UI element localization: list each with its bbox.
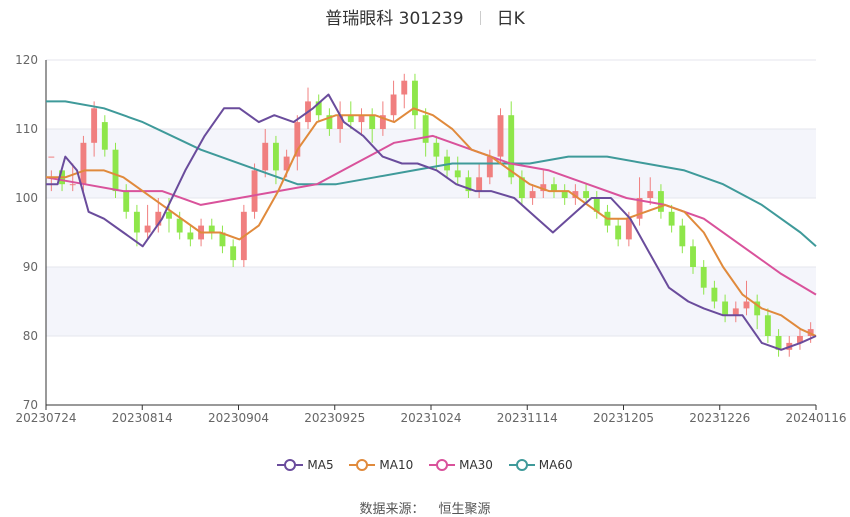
- candle-body: [176, 218, 183, 233]
- candle-body: [80, 142, 87, 185]
- legend-label-ma30: MA30: [459, 458, 493, 472]
- x-tick-label: 20230925: [304, 411, 365, 425]
- candle-body: [615, 225, 622, 240]
- x-tick-label: 20231024: [400, 411, 461, 425]
- candle-body: [208, 225, 215, 233]
- candle-body: [112, 149, 119, 192]
- y-tick-label: 120: [15, 53, 38, 67]
- candle-body: [48, 156, 55, 158]
- candle-body: [144, 225, 151, 233]
- candle-body: [679, 225, 686, 247]
- data-source: 数据来源： 恒生聚源: [0, 498, 850, 517]
- x-tick-label: 20240116: [785, 411, 846, 425]
- candle-body: [508, 115, 515, 178]
- legend-item-ma10[interactable]: MA10: [349, 458, 413, 472]
- candle-body: [251, 170, 258, 212]
- candle-body: [561, 191, 568, 198]
- legend-label-ma10: MA10: [379, 458, 414, 472]
- source-value: 恒生聚源: [438, 502, 491, 517]
- legend: MA5 MA10 MA30 MA60: [0, 458, 850, 472]
- candle-body: [647, 191, 654, 198]
- grid-band: [46, 129, 816, 198]
- x-tick-label: 20230904: [208, 411, 269, 425]
- legend-item-ma60[interactable]: MA60: [508, 458, 573, 472]
- source-label: 数据来源：: [359, 502, 425, 517]
- candle-body: [272, 142, 279, 171]
- candle-body: [668, 211, 675, 226]
- grid-band: [46, 267, 816, 336]
- candle-body: [91, 108, 98, 143]
- candle-body: [166, 211, 172, 219]
- y-tick-label: 70: [23, 398, 38, 412]
- y-tick-label: 80: [23, 329, 38, 343]
- x-tick-label: 20230724: [15, 411, 76, 425]
- legend-marker-ma60: [508, 459, 535, 471]
- candle-body: [711, 287, 718, 302]
- legend-label-ma60: MA60: [538, 458, 573, 472]
- candle-body: [358, 115, 365, 123]
- x-tick-label: 20231114: [497, 411, 558, 425]
- candle-body: [529, 191, 536, 198]
- candle-body: [583, 191, 590, 198]
- legend-marker-ma30: [429, 459, 456, 471]
- candle-body: [262, 142, 269, 171]
- candle-body: [369, 115, 376, 129]
- legend-label-ma5: MA5: [307, 458, 334, 472]
- candle-body: [187, 232, 194, 240]
- candle-body: [700, 267, 707, 288]
- y-tick-label: 100: [15, 191, 38, 205]
- candle-body: [101, 122, 108, 150]
- candle-body: [551, 184, 557, 192]
- candle-body: [433, 142, 440, 157]
- candle-body: [123, 191, 130, 212]
- candle-body: [497, 115, 504, 157]
- candle-body: [722, 301, 729, 316]
- x-tick-label: 20231226: [689, 411, 750, 425]
- candle-body: [230, 246, 237, 261]
- candle-body: [69, 184, 76, 186]
- y-tick-label: 110: [15, 122, 38, 136]
- legend-item-ma5[interactable]: MA5: [277, 458, 334, 472]
- candle-body: [401, 80, 408, 95]
- candle-body: [454, 170, 461, 178]
- x-tick-label: 20230814: [112, 411, 173, 425]
- candle-body: [390, 94, 397, 116]
- candle-body: [743, 301, 750, 309]
- candle-body: [690, 246, 696, 267]
- candlestick-chart: 70 80 90 100 110 120 20230724 20230814 20230904 2…: [15, 53, 846, 425]
- legend-marker-ma10: [349, 459, 376, 471]
- candle-body: [347, 115, 354, 123]
- candle-body: [764, 315, 771, 336]
- legend-item-ma30[interactable]: MA30: [429, 458, 493, 472]
- candle-body: [486, 156, 493, 178]
- candle-body: [732, 308, 739, 316]
- candle-body: [133, 211, 140, 233]
- candle-body: [657, 191, 664, 212]
- legend-marker-ma5: [277, 459, 304, 471]
- y-tick-label: 90: [23, 260, 38, 274]
- x-tick-label: 20231205: [593, 411, 654, 425]
- candle-body: [476, 177, 483, 192]
- candle-body: [422, 115, 429, 143]
